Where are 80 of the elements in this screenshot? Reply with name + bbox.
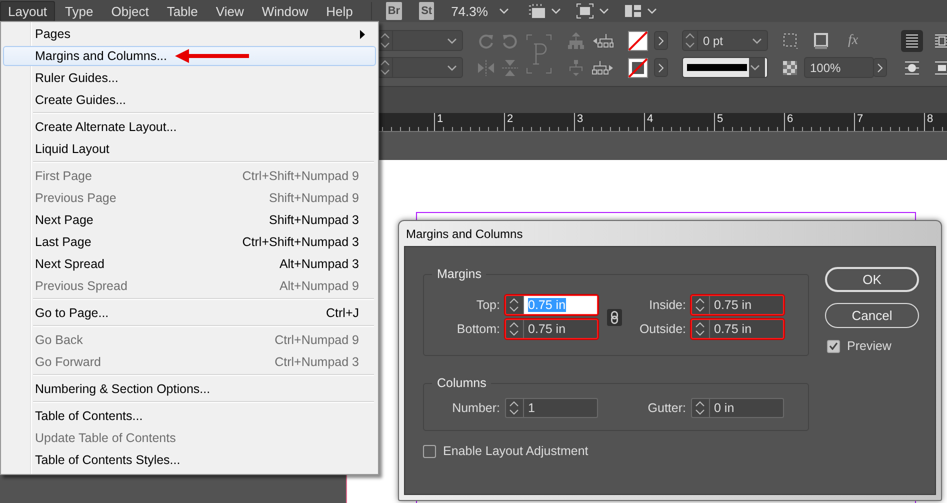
stroke-type-field[interactable]	[682, 57, 768, 78]
text-wrap-none-icon[interactable]	[901, 30, 923, 52]
shortcut-label: Shift+Numpad 9	[269, 191, 359, 205]
shortcut-label: Ctrl+Numpad 9	[274, 333, 359, 347]
swatch-menu-button[interactable]	[654, 58, 668, 77]
dropdown-field[interactable]	[377, 57, 463, 78]
menu-item[interactable]: Liquid Layout	[3, 139, 376, 159]
group-title: Margins	[436, 267, 482, 281]
margin-field[interactable]: 0.75 in	[505, 319, 598, 339]
field-label: Inside:	[648, 298, 686, 312]
chain-icon	[610, 310, 618, 324]
opacity-icon	[782, 60, 798, 76]
shortcut-label: Ctrl+J	[326, 306, 359, 320]
menu-item[interactable]: Margins and Columns...	[3, 46, 376, 66]
menu-item[interactable]: Type	[57, 0, 102, 22]
select-next-icon[interactable]	[592, 58, 614, 76]
menu-item[interactable]: Window	[254, 0, 316, 22]
menu-item[interactable]: Table	[158, 0, 206, 22]
dropdown-field[interactable]	[377, 30, 463, 51]
column-field[interactable]: 1	[505, 398, 598, 418]
chevron-down-icon	[749, 58, 765, 77]
menu-item[interactable]: Pages	[3, 24, 376, 44]
menu-item[interactable]: Last Page Ctrl+Shift+Numpad 3	[3, 232, 376, 252]
menu-item[interactable]: Next Spread Alt+Numpad 3	[3, 254, 376, 274]
group-title: Columns	[436, 376, 488, 390]
column-field[interactable]: 0 in	[691, 398, 784, 418]
chevron-right-icon	[657, 62, 665, 72]
spinner-icon[interactable]	[683, 31, 698, 50]
zoom-level[interactable]: 74.3%	[451, 4, 488, 18]
ok-button[interactable]: OK	[825, 267, 919, 292]
app-button[interactable]: Br	[386, 2, 402, 20]
menu-item[interactable]: Help	[318, 0, 361, 22]
margin-field[interactable]: 0.75 in	[691, 319, 784, 339]
checkbox-label: Preview	[847, 339, 892, 353]
cancel-button[interactable]: Cancel	[825, 303, 919, 328]
menu-item[interactable]: Layout	[0, 0, 56, 22]
field-label: Top:	[475, 298, 500, 312]
opacity-field[interactable]: 100%	[804, 57, 874, 78]
chevron-right-icon	[657, 36, 665, 46]
field-label: Bottom:	[456, 322, 500, 336]
arrange-icon[interactable]	[624, 3, 642, 19]
shortcut-label: Alt+Numpad 9	[279, 279, 359, 293]
fill-swatch-icon[interactable]	[628, 30, 648, 50]
frame-icon[interactable]	[528, 3, 546, 19]
field-label: Number:	[451, 401, 500, 415]
screen-mode-icon[interactable]	[576, 3, 594, 19]
checkbox-label: Enable Layout Adjustment	[443, 444, 588, 458]
menu-item[interactable]: Next Page Shift+Numpad 3	[3, 210, 376, 230]
preview-checkbox[interactable]	[827, 340, 840, 352]
submenu-arrow-icon	[360, 30, 365, 38]
menu-item[interactable]: Object	[103, 0, 157, 22]
shortcut-label: Ctrl+Shift+Numpad 3	[242, 235, 359, 249]
shortcut-label: Ctrl+Numpad 3	[274, 355, 359, 369]
menu-item[interactable]: Numbering & Section Options...	[3, 379, 376, 399]
drop-shadow-icon[interactable]	[812, 32, 830, 50]
shortcut-label: Alt+Numpad 3	[279, 257, 359, 271]
menu-item[interactable]: Ruler Guides...	[3, 68, 376, 88]
check-icon	[829, 342, 838, 350]
arrow-icon	[175, 49, 250, 63]
field-label: Outside:	[638, 322, 686, 336]
menu-item[interactable]: Create Guides...	[3, 90, 376, 110]
chevron-right-icon	[876, 62, 884, 72]
select-previous-icon[interactable]	[592, 32, 614, 50]
menu-item[interactable]: Table of Contents...	[3, 406, 376, 426]
menu-item[interactable]: View	[208, 0, 252, 22]
menu-item[interactable]: Go to Page... Ctrl+J	[3, 303, 376, 323]
opacity-menu-button[interactable]	[873, 58, 887, 77]
field-label: Gutter:	[646, 401, 686, 415]
layout-adjustment-checkbox[interactable]	[423, 444, 436, 458]
menu-item[interactable]: Table of Contents Styles...	[3, 450, 376, 470]
dialog-title: Margins and Columns	[405, 226, 524, 243]
swatch-menu-button[interactable]	[654, 31, 668, 50]
margin-field[interactable]: 0.75 in	[691, 295, 784, 315]
stroke-swatch-icon[interactable]	[628, 58, 648, 78]
menu-item[interactable]: Create Alternate Layout...	[3, 117, 376, 137]
chain-link-icon[interactable]	[606, 308, 622, 326]
stroke-weight-field[interactable]: 0 pt	[682, 30, 768, 51]
shortcut-label: Ctrl+Shift+Numpad 9	[242, 169, 359, 183]
app-button[interactable]: St	[419, 2, 434, 20]
shortcut-label: Shift+Numpad 3	[269, 213, 359, 227]
